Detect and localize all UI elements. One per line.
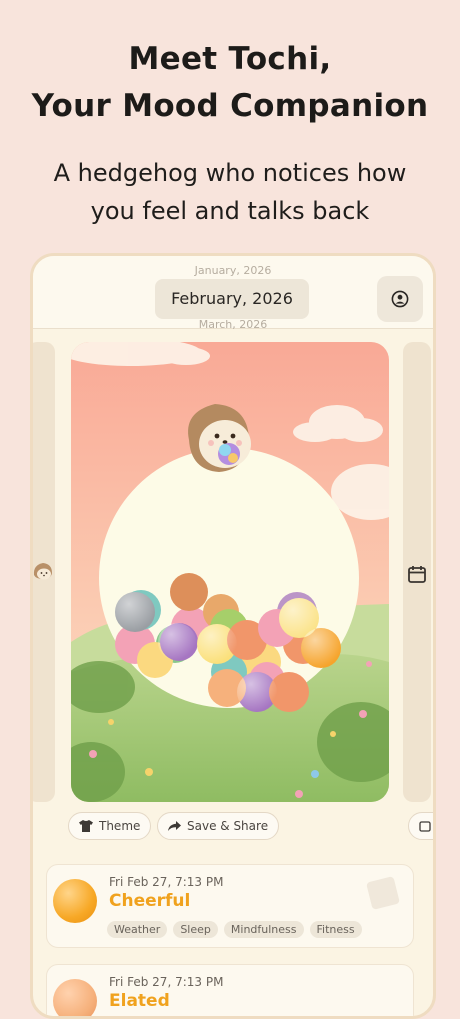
hero-subtitle-line-1: A hedgehog who notices how: [53, 159, 407, 187]
phone-screen: January, 2026 February, 2026 March, 2026: [30, 253, 436, 1019]
entry-datetime: Fri Feb 27, 7:13 PM: [109, 975, 224, 989]
save-share-label: Save & Share: [187, 819, 269, 833]
tag-sleep: Sleep: [173, 921, 218, 938]
shirt-icon: [79, 820, 93, 832]
month-picker-header: January, 2026 February, 2026 March, 2026: [33, 256, 433, 331]
entry-mood: Elated: [109, 991, 170, 1011]
mood-entry-card[interactable]: Fri Feb 27, 7:13 PM Cheerful Weather Sle…: [46, 864, 414, 948]
entry-datetime: Fri Feb 27, 7:13 PM: [109, 875, 224, 889]
mood-entry-card[interactable]: Fri Feb 27, 7:13 PM Elated: [46, 964, 414, 1016]
calendar-icon: [419, 821, 431, 832]
mood-jar-scene[interactable]: [71, 342, 389, 802]
theme-label: Theme: [99, 819, 141, 833]
hero-title: Meet Tochi, Your Mood Companion: [0, 36, 460, 130]
previous-month-card[interactable]: [33, 342, 55, 802]
hero-subtitle: A hedgehog who notices how you feel and …: [0, 154, 460, 230]
calendar-icon: [408, 566, 426, 583]
mood-orb: [53, 879, 97, 923]
next-month-card[interactable]: [403, 342, 431, 802]
next-month-label[interactable]: March, 2026: [33, 318, 433, 331]
entry-mood: Cheerful: [109, 891, 191, 911]
mood-orb: [53, 979, 97, 1016]
tag-fitness: Fitness: [309, 921, 362, 938]
profile-button[interactable]: [377, 276, 423, 322]
hero-subtitle-line-2: you feel and talks back: [90, 197, 370, 225]
hero-title-line-2: Your Mood Companion: [31, 88, 429, 124]
entry-tags: Weather Sleep Mindfulness Fitness: [107, 921, 362, 938]
theme-button[interactable]: Theme: [68, 812, 152, 840]
share-arrow-icon: [168, 820, 181, 831]
tag-weather: Weather: [107, 921, 168, 938]
more-actions-button[interactable]: [408, 812, 433, 840]
tag-mindfulness: Mindfulness: [223, 921, 304, 938]
current-month-selector[interactable]: February, 2026: [155, 279, 309, 319]
hero-title-line-1: Meet Tochi,: [128, 41, 332, 77]
hedgehog-icon: [33, 563, 52, 580]
prev-month-label[interactable]: January, 2026: [33, 264, 433, 277]
profile-icon: [391, 290, 409, 308]
mood-jar-illustration: [71, 342, 389, 802]
note-doodle-icon: [366, 876, 400, 910]
save-share-button[interactable]: Save & Share: [157, 812, 280, 840]
